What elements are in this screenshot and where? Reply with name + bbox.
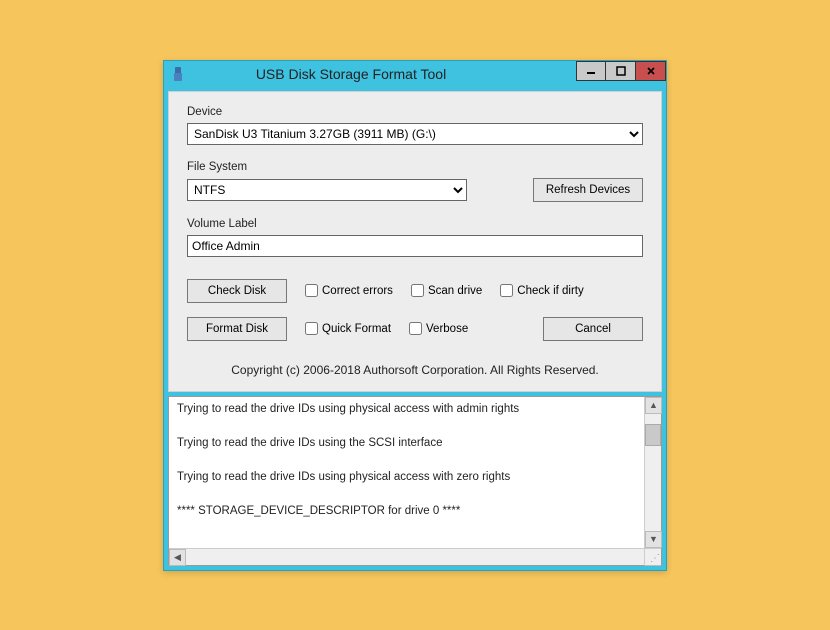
filesystem-label: File System xyxy=(187,161,643,173)
refresh-devices-button[interactable]: Refresh Devices xyxy=(533,178,643,202)
volume-label-label: Volume Label xyxy=(187,218,643,230)
maximize-button[interactable] xyxy=(606,61,636,81)
vertical-scrollbar[interactable]: ▲ ▼ xyxy=(644,397,661,548)
verbose-checkbox[interactable]: Verbose xyxy=(409,322,468,335)
resize-grip-icon[interactable]: ⋰ xyxy=(644,548,661,565)
copyright-text: Copyright (c) 2006-2018 Authorsoft Corpo… xyxy=(187,363,643,377)
volume-label-input[interactable] xyxy=(187,235,643,257)
app-window: USB Disk Storage Format Tool Device SanD… xyxy=(163,60,667,571)
log-line: Trying to read the drive IDs using physi… xyxy=(177,471,653,483)
quick-format-checkbox[interactable]: Quick Format xyxy=(305,322,391,335)
scroll-left-icon[interactable]: ◀ xyxy=(169,549,186,566)
device-select[interactable]: SanDisk U3 Titanium 3.27GB (3911 MB) (G:… xyxy=(187,123,643,145)
log-content[interactable]: Trying to read the drive IDs using physi… xyxy=(169,397,661,548)
log-line: **** STORAGE_DEVICE_DESCRIPTOR for drive… xyxy=(177,505,653,517)
log-line: Trying to read the drive IDs using physi… xyxy=(177,403,653,415)
window-controls xyxy=(576,61,666,87)
cancel-button[interactable]: Cancel xyxy=(543,317,643,341)
correct-errors-checkbox[interactable]: Correct errors xyxy=(305,284,393,297)
log-panel: Trying to read the drive IDs using physi… xyxy=(168,396,662,566)
window-title: USB Disk Storage Format Tool xyxy=(126,66,576,82)
check-disk-button[interactable]: Check Disk xyxy=(187,279,287,303)
main-panel: Device SanDisk U3 Titanium 3.27GB (3911 … xyxy=(168,91,662,392)
minimize-button[interactable] xyxy=(576,61,606,81)
device-label: Device xyxy=(187,106,643,118)
check-if-dirty-checkbox[interactable]: Check if dirty xyxy=(500,284,583,297)
scroll-up-icon[interactable]: ▲ xyxy=(645,397,662,414)
log-line: Trying to read the drive IDs using the S… xyxy=(177,437,653,449)
scan-drive-checkbox[interactable]: Scan drive xyxy=(411,284,482,297)
scroll-thumb[interactable] xyxy=(645,424,661,446)
close-button[interactable] xyxy=(636,61,666,81)
titlebar[interactable]: USB Disk Storage Format Tool xyxy=(164,61,666,87)
scroll-down-icon[interactable]: ▼ xyxy=(645,531,662,548)
horizontal-scrollbar[interactable]: ◀ ▶ xyxy=(169,548,661,565)
filesystem-select[interactable]: NTFS xyxy=(187,179,467,201)
format-disk-button[interactable]: Format Disk xyxy=(187,317,287,341)
